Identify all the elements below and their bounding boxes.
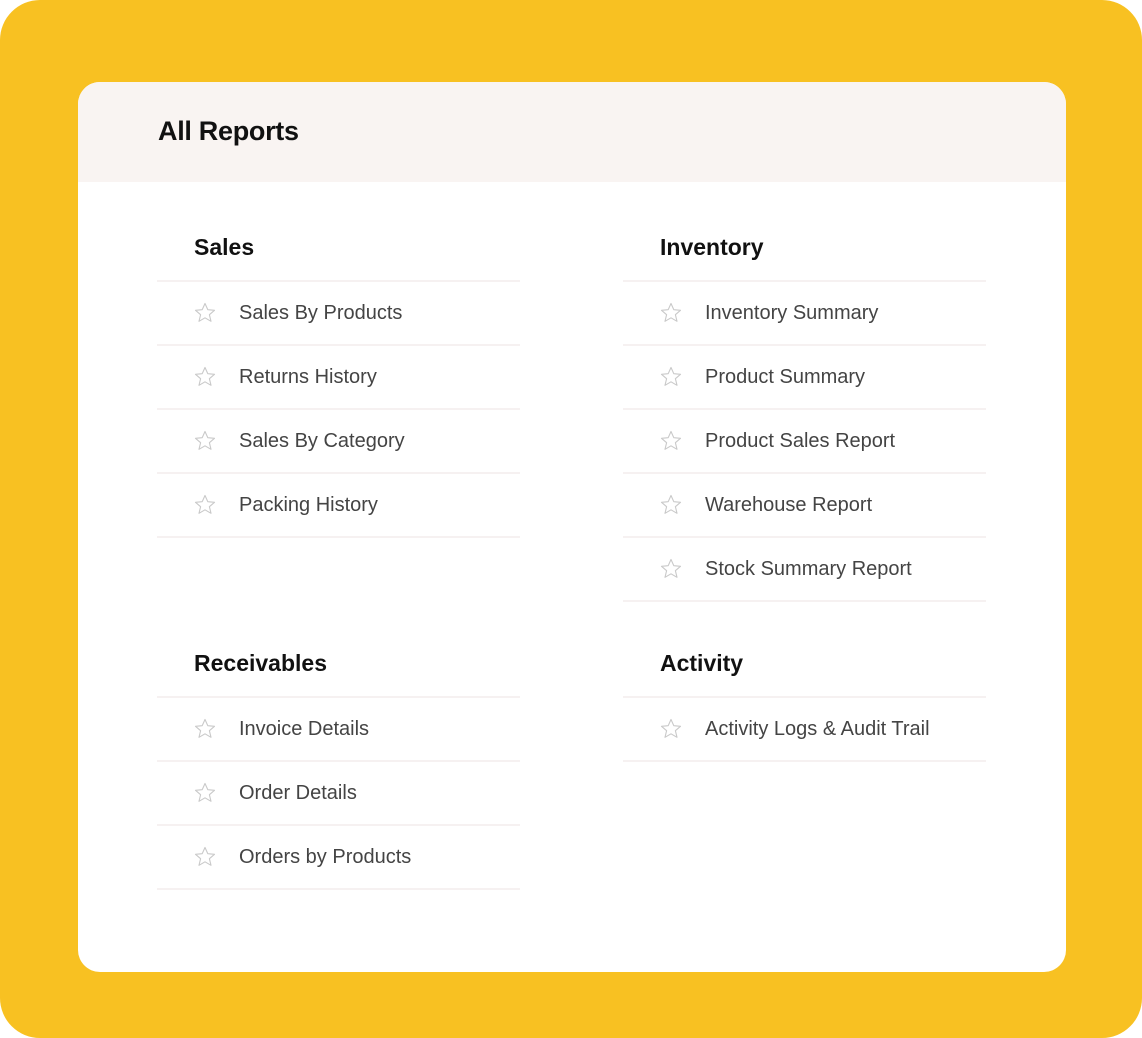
report-item-label[interactable]: Packing History — [239, 494, 378, 517]
report-item[interactable]: Activity Logs & Audit Trail — [623, 698, 986, 762]
reports-card: All Reports Sales Sales By Products Retur… — [78, 82, 1066, 972]
section-title: Receivables — [157, 598, 520, 698]
report-item[interactable]: Sales By Category — [157, 410, 520, 474]
report-item[interactable]: Invoice Details — [157, 698, 520, 762]
star-icon[interactable] — [659, 365, 683, 389]
star-icon[interactable] — [193, 365, 217, 389]
report-item[interactable]: Order Details — [157, 762, 520, 826]
star-icon[interactable] — [659, 429, 683, 453]
section-inventory: Inventory Inventory Summary Product Summa… — [623, 182, 986, 602]
report-item-label[interactable]: Product Sales Report — [705, 430, 895, 453]
star-icon[interactable] — [193, 301, 217, 325]
report-item-label[interactable]: Returns History — [239, 366, 377, 389]
report-list: Activity Logs & Audit Trail — [623, 698, 986, 762]
section-receivables: Receivables Invoice Details Order Details… — [157, 598, 520, 890]
report-item[interactable]: Warehouse Report — [623, 474, 986, 538]
report-item[interactable]: Product Sales Report — [623, 410, 986, 474]
report-item[interactable]: Stock Summary Report — [623, 538, 986, 602]
report-item[interactable]: Inventory Summary — [623, 282, 986, 346]
report-item-label[interactable]: Sales By Category — [239, 430, 405, 453]
report-item-label[interactable]: Orders by Products — [239, 846, 411, 869]
report-item-label[interactable]: Activity Logs & Audit Trail — [705, 718, 930, 741]
report-item-label[interactable]: Warehouse Report — [705, 494, 872, 517]
report-item-label[interactable]: Invoice Details — [239, 718, 369, 741]
star-icon[interactable] — [659, 493, 683, 517]
report-list: Sales By Products Returns History Sales By… — [157, 282, 520, 538]
report-list: Invoice Details Order Details Orders by Pr… — [157, 698, 520, 890]
section-title: Sales — [157, 182, 520, 282]
star-icon[interactable] — [193, 493, 217, 517]
star-icon[interactable] — [193, 717, 217, 741]
star-icon[interactable] — [193, 429, 217, 453]
report-item-label[interactable]: Sales By Products — [239, 302, 402, 325]
report-list: Inventory Summary Product Summary Product … — [623, 282, 986, 602]
report-item-label[interactable]: Inventory Summary — [705, 302, 878, 325]
star-icon[interactable] — [193, 845, 217, 869]
report-item-label[interactable]: Order Details — [239, 782, 357, 805]
star-icon[interactable] — [659, 557, 683, 581]
report-item[interactable]: Sales By Products — [157, 282, 520, 346]
section-sales: Sales Sales By Products Returns History Sa… — [157, 182, 520, 538]
card-header: All Reports — [78, 82, 1066, 182]
report-item[interactable]: Packing History — [157, 474, 520, 538]
star-icon[interactable] — [659, 301, 683, 325]
section-title: Inventory — [623, 182, 986, 282]
report-item[interactable]: Product Summary — [623, 346, 986, 410]
report-item-label[interactable]: Stock Summary Report — [705, 558, 912, 581]
report-item-label[interactable]: Product Summary — [705, 366, 865, 389]
report-item[interactable]: Orders by Products — [157, 826, 520, 890]
star-icon[interactable] — [193, 781, 217, 805]
star-icon[interactable] — [659, 717, 683, 741]
page-title: All Reports — [158, 116, 299, 146]
section-activity: Activity Activity Logs & Audit Trail — [623, 598, 986, 762]
section-title: Activity — [623, 598, 986, 698]
report-item[interactable]: Returns History — [157, 346, 520, 410]
